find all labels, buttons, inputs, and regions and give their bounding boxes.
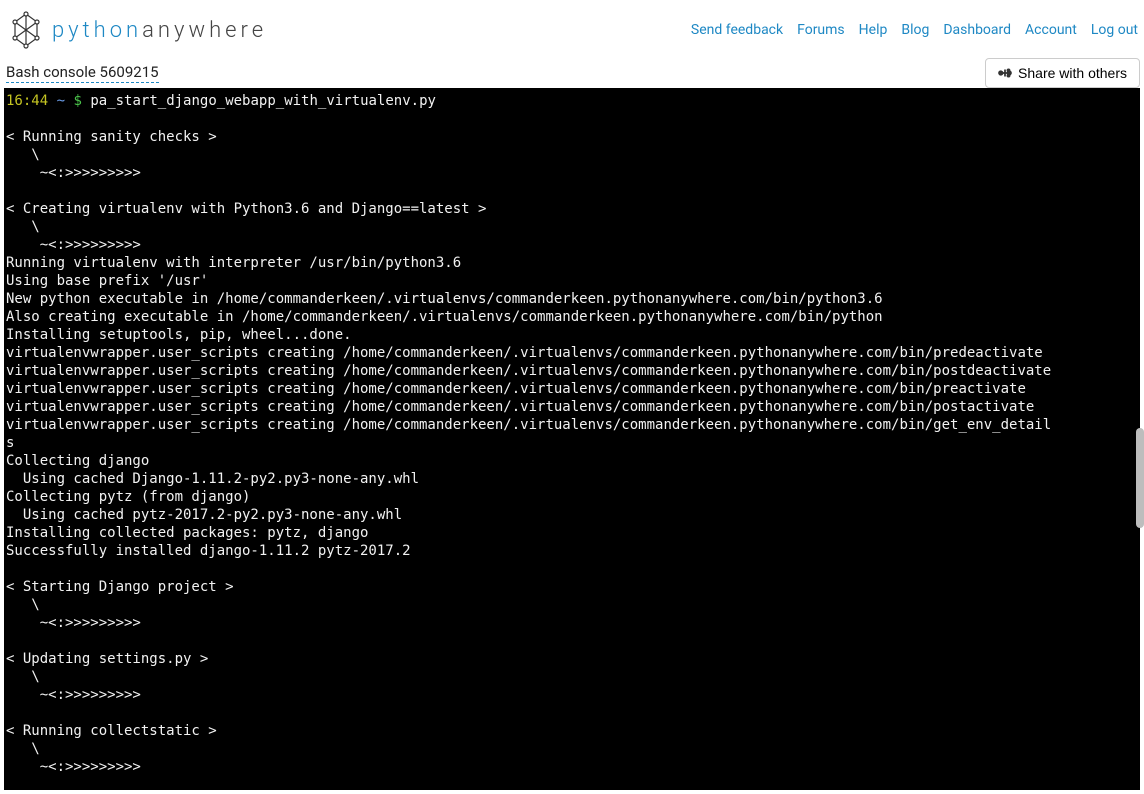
python-icon	[6, 10, 46, 50]
nav-dashboard[interactable]: Dashboard	[943, 22, 1011, 38]
nav-account[interactable]: Account	[1025, 22, 1077, 38]
brand-text: pythonanywhere	[52, 18, 267, 43]
brand-logo[interactable]: pythonanywhere	[6, 10, 267, 50]
share-button[interactable]: Share with others	[985, 58, 1140, 88]
nav-logout[interactable]: Log out	[1091, 22, 1138, 38]
terminal[interactable]: 16:44 ~ $ pa_start_django_webapp_with_vi…	[4, 88, 1140, 790]
nav-links: Send feedback Forums Help Blog Dashboard…	[691, 22, 1138, 38]
sub-header: Bash console 5609215 Share with others	[0, 52, 1144, 88]
share-label: Share with others	[1018, 65, 1127, 81]
top-header: pythonanywhere Send feedback Forums Help…	[0, 0, 1144, 52]
scrollbar-thumb[interactable]	[1136, 428, 1144, 528]
terminal-container: 16:44 ~ $ pa_start_django_webapp_with_vi…	[4, 88, 1140, 790]
nav-send-feedback[interactable]: Send feedback	[691, 22, 783, 38]
nav-help[interactable]: Help	[859, 22, 888, 38]
nav-forums[interactable]: Forums	[797, 22, 845, 38]
nav-blog[interactable]: Blog	[901, 22, 929, 38]
console-title[interactable]: Bash console 5609215	[6, 63, 159, 83]
share-icon	[998, 66, 1012, 80]
